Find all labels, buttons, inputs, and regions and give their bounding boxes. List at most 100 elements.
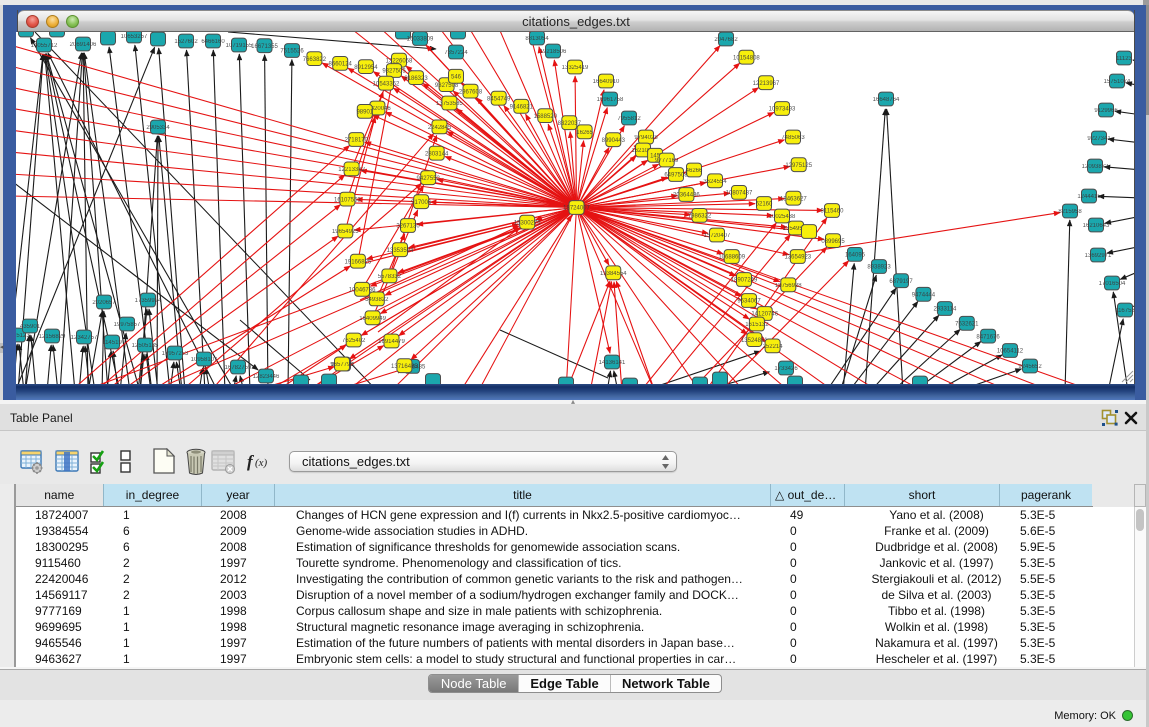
svg-text:10025438: 10025438 [769,214,796,220]
svg-text:10719155: 10719155 [226,43,253,49]
svg-text:16033809: 16033809 [407,37,434,43]
svg-text:3915123: 3915123 [16,333,30,339]
svg-text:12213967: 12213967 [753,81,780,87]
svg-text:7663822: 7663822 [303,57,327,63]
svg-text:10653257: 10653257 [121,34,148,40]
svg-text:16914479: 16914479 [378,339,405,345]
svg-text:435901: 435901 [20,324,41,330]
svg-text:16409949: 16409949 [359,316,386,322]
svg-text:19654925: 19654925 [332,229,359,235]
svg-text:62160: 62160 [756,202,773,208]
svg-text:13353594: 13353594 [387,248,414,254]
svg-text:10154808: 10154808 [733,55,760,61]
svg-text:17016504: 17016504 [1099,281,1126,287]
svg-text:46266: 46266 [686,168,703,174]
svg-text:20364436: 20364436 [673,193,700,199]
svg-text:5578332: 5578332 [378,274,402,280]
svg-text:7515526: 7515526 [280,49,304,55]
svg-text:0899695: 0899695 [821,239,845,245]
svg-text:7357224: 7357224 [444,50,468,56]
svg-text:f: f [247,452,255,471]
svg-text:17957253: 17957253 [162,351,189,357]
svg-text:8938923: 8938923 [867,265,891,271]
svg-text:9634067: 9634067 [737,299,761,305]
svg-text:16782759: 16782759 [225,365,252,371]
svg-text:2020657: 2020657 [92,300,116,306]
svg-text:12093872: 12093872 [1082,164,1109,170]
svg-text:9115460: 9115460 [821,209,845,215]
svg-text:10688609: 10688609 [718,255,745,261]
svg-text:2933114: 2933114 [933,307,957,313]
svg-text:8454749: 8454749 [487,96,511,102]
svg-text:7986322: 7986322 [688,214,712,220]
svg-text:14136141: 14136141 [599,360,626,366]
svg-text:16265: 16265 [576,130,593,136]
svg-text:19975857: 19975857 [114,322,141,328]
svg-text:546: 546 [451,75,462,81]
svg-text:8660124: 8660124 [329,62,353,68]
svg-text:252214: 252214 [763,344,784,350]
svg-text:18724007: 18724007 [563,206,590,212]
svg-text:6466160: 6466160 [201,39,225,45]
svg-text:7955812: 7955812 [617,116,641,122]
svg-text:9146821: 9146821 [510,105,534,111]
svg-text:10973493: 10973493 [769,107,796,113]
svg-text:12156829: 12156829 [39,334,66,340]
svg-text:98901: 98901 [356,110,373,116]
svg-text:8912954: 8912954 [354,65,378,71]
svg-text:9427552: 9427552 [417,176,441,182]
svg-text:19166825: 19166825 [345,259,372,265]
svg-text:19384554: 19384554 [600,271,627,277]
svg-text:8813054: 8813054 [525,36,549,42]
svg-text:18907249: 18907249 [731,278,758,284]
svg-text:2803144: 2803144 [425,151,449,157]
svg-text:17359924: 17359924 [135,298,162,304]
svg-text:19756928: 19756928 [775,283,802,289]
svg-text:16648764: 16648764 [873,97,900,103]
svg-text:20691406: 20691406 [70,42,97,48]
svg-text:9657791: 9657791 [330,362,354,368]
svg-text:16671355: 16671355 [251,44,278,50]
svg-text:2967608: 2967608 [459,89,483,95]
svg-text:116753: 116753 [1115,308,1134,314]
svg-text:9474444: 9474444 [912,293,936,299]
svg-text:1588520: 1588520 [534,114,558,120]
svg-text:1615132: 1615132 [745,322,769,328]
svg-text:16961758: 16961758 [597,97,624,103]
svg-text:12975125: 12975125 [785,163,812,169]
svg-text:9129966: 9129966 [1094,108,1118,114]
svg-text:10958107: 10958107 [191,357,218,363]
svg-text:8471676: 8471676 [976,334,1000,340]
svg-text:18463627: 18463627 [780,196,807,202]
svg-text:10807487: 10807487 [726,191,753,197]
svg-text:12213382: 12213382 [338,167,365,173]
svg-text:16210643: 16210643 [1083,223,1110,229]
svg-text:15751074: 15751074 [1104,79,1131,85]
svg-text:19218506: 19218506 [540,49,567,55]
svg-text:114519: 114519 [102,340,122,346]
svg-text:8186323: 8186323 [404,76,428,82]
svg-text:9794028: 9794028 [634,135,658,141]
svg-text:2718170: 2718170 [345,138,369,144]
svg-text:11123: 11123 [1116,56,1132,62]
svg-text:7625402: 7625402 [342,338,366,344]
svg-text:15300275: 15300275 [514,220,541,226]
svg-text:7485063: 7485063 [781,135,805,141]
svg-text:164095: 164095 [845,253,866,259]
svg-text:13753585: 13753585 [436,101,463,107]
svg-text:3267130: 3267130 [396,224,420,230]
svg-text:2047682: 2047682 [714,37,738,43]
svg-text:1244415: 1244415 [1077,194,1101,200]
svg-text:(x): (x) [255,457,268,469]
svg-text:8215958: 8215958 [1058,209,1082,215]
svg-text:3624554: 3624554 [703,179,727,185]
svg-text:9327505: 9327505 [382,69,406,75]
svg-text:13654923: 13654923 [784,255,811,261]
svg-text:917006: 917006 [411,200,432,206]
svg-text:12342757: 12342757 [71,335,98,341]
svg-text:13692971: 13692971 [1085,253,1112,259]
svg-text:15720407: 15720407 [704,233,731,239]
svg-text:5493822: 5493822 [365,297,389,303]
svg-text:6879197: 6879197 [889,279,913,285]
svg-text:9227341: 9227341 [1087,136,1111,142]
